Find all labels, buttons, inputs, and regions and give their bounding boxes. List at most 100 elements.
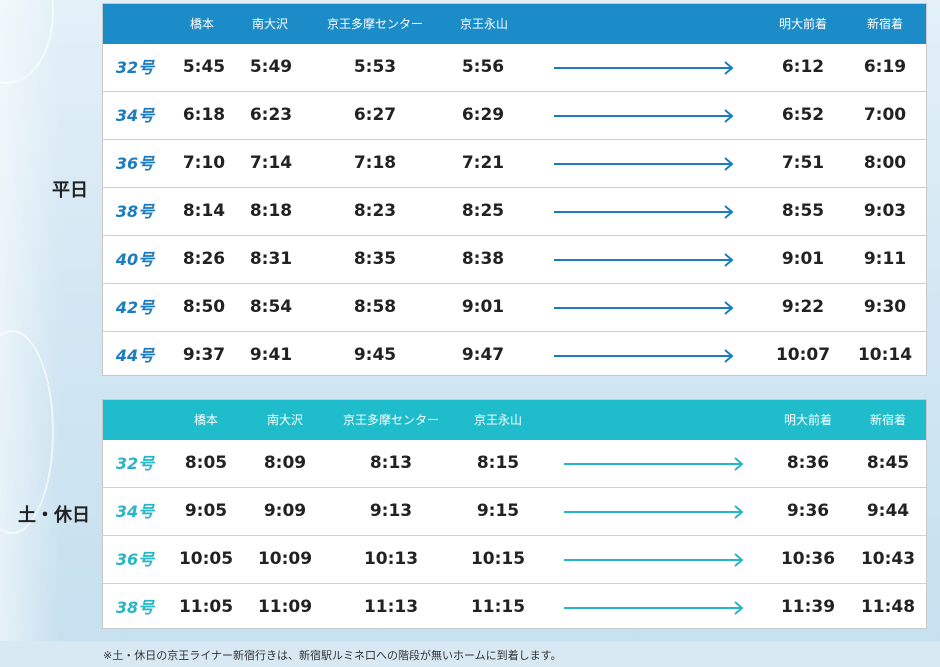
footnote-text: ※土・休日の京王ライナー新宿行きは、新宿駅ルミネ口への階段が無いホームに到着しま… (103, 649, 562, 662)
time-cell: 9:11 (863, 249, 907, 269)
time-cell: 9:37 (182, 345, 226, 365)
time-cell: 10:13 (363, 549, 419, 569)
table-row: 34号 9:05 9:09 9:13 9:15 9:36 9:44 (103, 487, 926, 535)
holiday-timetable: 橋本 南大沢 京王多摩センター 京王永山 明大前着 新宿着 32号 8:05 8:09 8:13… (103, 400, 926, 628)
table-row: 42号 8:50 8:54 8:58 9:01 9:22 9:30 (103, 283, 926, 331)
holiday-label: 土・休日 (18, 505, 90, 526)
time-cell: 11:48 (860, 597, 916, 617)
time-cell: 7:51 (781, 153, 825, 173)
holiday-rows: 32号 8:05 8:09 8:13 8:15 8:36 8:45 34号 9:05 9:09 9:… (103, 440, 926, 631)
time-cell: 8:50 (182, 297, 226, 317)
time-cell: 5:56 (461, 57, 505, 77)
time-cell: 11:09 (257, 597, 313, 617)
table-row: 32号 8:05 8:09 8:13 8:15 8:36 8:45 (103, 440, 926, 487)
train-number: 44号 (115, 346, 155, 365)
column-header: 京王永山 (473, 413, 523, 427)
train-number: 34号 (115, 106, 155, 125)
column-header: 明大前着 (778, 17, 828, 31)
time-cell: 8:09 (263, 453, 307, 473)
time-cell: 10:14 (857, 345, 913, 365)
time-cell: 7:14 (249, 153, 293, 173)
table-row: 36号 7:10 7:14 7:18 7:21 7:51 8:00 (103, 139, 926, 187)
time-cell: 8:14 (182, 201, 226, 221)
time-cell: 6:29 (461, 105, 505, 125)
time-cell: 9:05 (184, 501, 228, 521)
train-number: 36号 (115, 154, 155, 173)
table-row: 34号 6:18 6:23 6:27 6:29 6:52 7:00 (103, 91, 926, 139)
train-number: 42号 (115, 298, 155, 317)
time-cell: 8:45 (866, 453, 910, 473)
time-cell: 8:36 (786, 453, 830, 473)
time-cell: 9:01 (461, 297, 505, 317)
time-cell: 8:55 (781, 201, 825, 221)
train-number: 36号 (115, 550, 155, 569)
time-cell: 7:10 (182, 153, 226, 173)
table-row: 36号 10:05 10:09 10:13 10:15 10:36 10:43 (103, 535, 926, 583)
time-cell: 8:54 (249, 297, 293, 317)
time-cell: 5:49 (249, 57, 293, 77)
pass-through-arrow-icon (564, 553, 744, 567)
time-cell: 9:36 (786, 501, 830, 521)
time-cell: 8:25 (461, 201, 505, 221)
time-cell: 11:15 (470, 597, 526, 617)
time-cell: 10:43 (860, 549, 916, 569)
pass-through-arrow-icon (564, 457, 744, 471)
time-cell: 7:00 (863, 105, 907, 125)
time-cell: 9:22 (781, 297, 825, 317)
time-cell: 9:30 (863, 297, 907, 317)
pass-through-arrow-icon (564, 601, 744, 615)
table-row: 44号 9:37 9:41 9:45 9:47 10:07 10:14 (103, 331, 926, 379)
time-cell: 6:18 (182, 105, 226, 125)
footnote-bar: ※土・休日の京王ライナー新宿行きは、新宿駅ルミネ口への階段が無いホームに到着しま… (0, 641, 940, 667)
table-row: 32号 5:45 5:49 5:53 5:56 6:12 6:19 (103, 44, 926, 91)
time-cell: 8:26 (182, 249, 226, 269)
time-cell: 6:19 (863, 57, 907, 77)
time-cell: 10:15 (470, 549, 526, 569)
column-header: 橋本 (193, 413, 219, 427)
time-cell: 10:07 (775, 345, 831, 365)
pass-through-arrow-icon (554, 301, 734, 315)
column-header: 橋本 (189, 17, 215, 31)
time-cell: 11:39 (780, 597, 836, 617)
train-number: 34号 (115, 502, 155, 521)
time-cell: 8:58 (353, 297, 397, 317)
time-cell: 9:45 (353, 345, 397, 365)
time-cell: 8:31 (249, 249, 293, 269)
time-cell: 9:47 (461, 345, 505, 365)
time-cell: 10:09 (257, 549, 313, 569)
time-cell: 8:35 (353, 249, 397, 269)
column-header: 南大沢 (266, 413, 304, 427)
time-cell: 7:18 (353, 153, 397, 173)
time-cell: 6:27 (353, 105, 397, 125)
time-cell: 8:13 (369, 453, 413, 473)
time-cell: 8:00 (863, 153, 907, 173)
pass-through-arrow-icon (554, 253, 734, 267)
time-cell: 11:13 (363, 597, 419, 617)
column-header: 新宿着 (866, 17, 904, 31)
time-cell: 8:15 (476, 453, 520, 473)
train-number: 38号 (115, 202, 155, 221)
time-cell: 9:01 (781, 249, 825, 269)
train-number: 40号 (115, 250, 155, 269)
time-cell: 10:05 (178, 549, 234, 569)
train-number: 32号 (115, 58, 155, 77)
train-number: 38号 (115, 598, 155, 617)
time-cell: 5:45 (182, 57, 226, 77)
time-cell: 8:05 (184, 453, 228, 473)
pass-through-arrow-icon (554, 61, 734, 75)
table-row: 40号 8:26 8:31 8:35 8:38 9:01 9:11 (103, 235, 926, 283)
time-cell: 6:23 (249, 105, 293, 125)
pass-through-arrow-icon (554, 205, 734, 219)
pass-through-arrow-icon (554, 157, 734, 171)
holiday-header: 橋本 南大沢 京王多摩センター 京王永山 明大前着 新宿着 (103, 400, 926, 440)
time-cell: 7:21 (461, 153, 505, 173)
column-header: 京王多摩センター (326, 17, 424, 31)
time-cell: 11:05 (178, 597, 234, 617)
time-cell: 8:38 (461, 249, 505, 269)
column-header: 南大沢 (251, 17, 289, 31)
time-cell: 8:23 (353, 201, 397, 221)
time-cell: 5:53 (353, 57, 397, 77)
weekday-label: 平日 (52, 180, 88, 201)
column-header: 明大前着 (783, 413, 833, 427)
column-header: 京王永山 (459, 17, 509, 31)
